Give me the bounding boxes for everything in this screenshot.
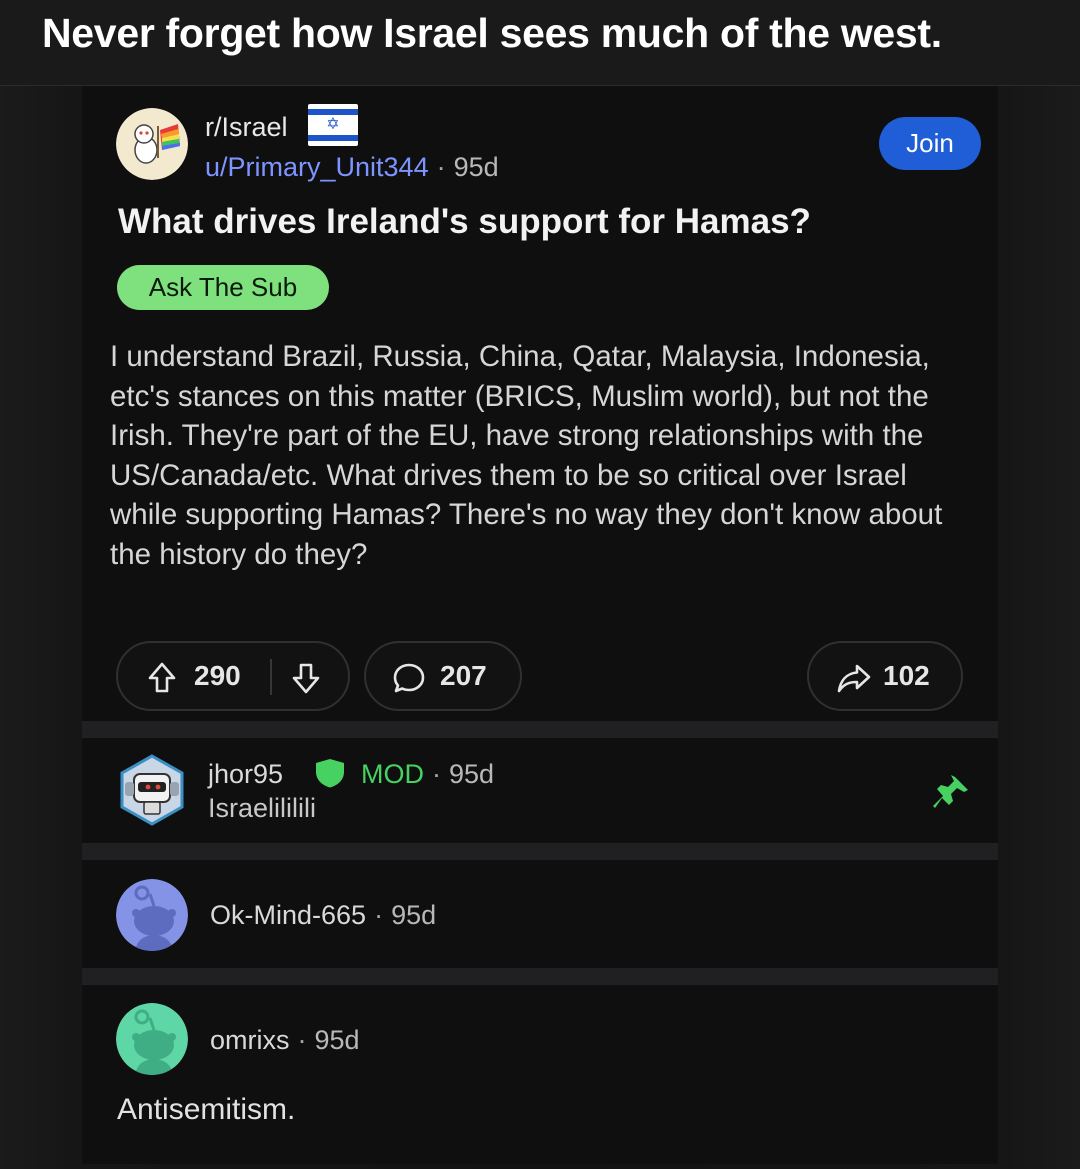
subreddit-name[interactable]: r/Israel <box>205 112 288 143</box>
meme-caption: Never forget how Israel sees much of the… <box>42 10 942 56</box>
comment-count: 207 <box>440 660 487 691</box>
post-flair[interactable]: Ask The Sub <box>117 265 329 310</box>
mod-meta: MOD · 95d <box>361 759 494 790</box>
comment-age: 95d <box>314 1025 360 1055</box>
mod-badge: MOD <box>361 759 424 789</box>
snoo-avatar-icon[interactable] <box>116 879 188 951</box>
separator-dot: · <box>436 152 446 182</box>
section-separator <box>82 968 998 985</box>
post-card <box>82 86 998 1164</box>
comment-username[interactable]: Ok-Mind-665 <box>210 900 366 930</box>
caption-bar: Never forget how Israel sees much of the… <box>0 0 1080 86</box>
comment-username[interactable]: jhor95 <box>208 759 283 789</box>
comment-body: Antisemitism. <box>117 1093 296 1126</box>
comment-age: 95d <box>449 759 495 789</box>
share-icon <box>837 664 871 693</box>
upvote-count: 290 <box>194 660 241 691</box>
section-separator <box>82 843 998 860</box>
post-age: 95d <box>453 152 499 182</box>
share-button[interactable]: 102 <box>807 641 963 711</box>
section-separator <box>82 721 998 738</box>
post-author[interactable]: u/Primary_Unit344 <box>205 152 429 182</box>
user-flair: Israelililili <box>208 793 317 823</box>
israel-flag-icon: ✡ <box>308 104 358 146</box>
comment-icon <box>393 663 425 693</box>
join-button[interactable]: Join <box>879 117 981 170</box>
comment-avatar-icon[interactable] <box>118 754 186 826</box>
separator-dot: · <box>374 900 384 930</box>
comment-meta: jhor95 <box>208 759 283 790</box>
post-meta: u/Primary_Unit344 · 95d <box>205 152 499 183</box>
comment-username[interactable]: omrixs <box>210 1025 290 1055</box>
mod-shield-icon <box>316 759 344 788</box>
vote-pill: 290 <box>116 641 350 711</box>
comment-meta: Ok-Mind-665 · 95d <box>210 900 436 931</box>
separator-dot: · <box>297 1025 307 1055</box>
snoo-avatar-icon[interactable] <box>116 1003 188 1075</box>
comment-age: 95d <box>391 900 437 930</box>
share-count: 102 <box>883 660 930 691</box>
post-body: I understand Brazil, Russia, China, Qata… <box>110 340 943 571</box>
comment-meta: omrixs · 95d <box>210 1025 360 1056</box>
separator-dot: · <box>432 759 441 789</box>
vote-divider <box>270 659 272 695</box>
subreddit-avatar-icon[interactable] <box>116 108 188 180</box>
comments-button[interactable]: 207 <box>364 641 522 711</box>
pin-icon <box>933 775 968 808</box>
downvote-icon[interactable] <box>291 661 321 695</box>
upvote-icon[interactable] <box>147 661 177 695</box>
post-title[interactable]: What drives Ireland's support for Hamas? <box>118 202 811 242</box>
